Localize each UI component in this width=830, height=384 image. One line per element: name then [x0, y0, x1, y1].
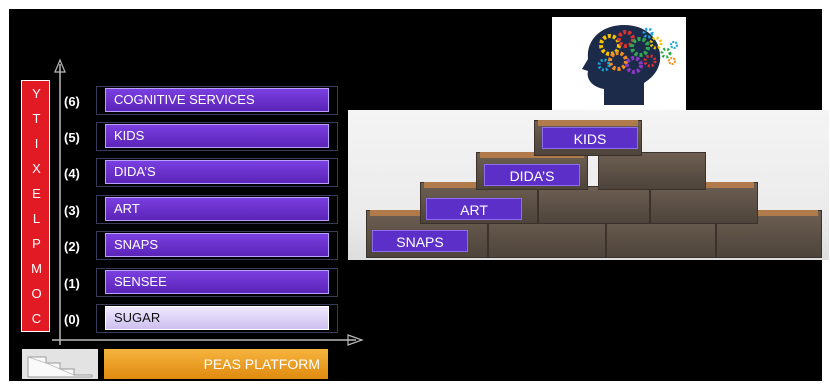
- level-number: (2): [64, 239, 80, 254]
- level-bar-sensee: SENSEE: [105, 270, 329, 294]
- level-bar-snaps: SNAPS: [105, 233, 329, 257]
- level-number: (3): [64, 203, 80, 218]
- level-number: (0): [64, 312, 80, 327]
- stairs-icon: [22, 349, 98, 379]
- box-label-art: ART: [426, 198, 522, 220]
- box-rim: [538, 120, 638, 126]
- brain-gears-image: [552, 17, 686, 110]
- level-number: (6): [64, 94, 80, 109]
- level-bar-art: ART: [105, 197, 329, 221]
- peas-platform-bar: PEAS PLATFORM: [104, 349, 328, 379]
- level-bar-sugar: SUGAR: [105, 306, 329, 330]
- level-bar-didas: DIDA’S: [105, 160, 329, 184]
- wooden-box: [538, 186, 650, 224]
- box-label-didas: DIDA’S: [484, 164, 580, 186]
- wooden-box: [598, 152, 706, 190]
- box-label-snaps: SNAPS: [372, 230, 468, 252]
- level-number: (1): [64, 276, 80, 291]
- wooden-boxes-photo: KIDS DIDA’S ART SNAPS: [348, 110, 829, 260]
- level-number: (5): [64, 130, 80, 145]
- box-label-kids: KIDS: [542, 127, 638, 149]
- level-number: (4): [64, 166, 80, 181]
- level-bar-cognitive-services: COGNITIVE SERVICES: [105, 88, 329, 112]
- level-bar-kids: KIDS: [105, 124, 329, 148]
